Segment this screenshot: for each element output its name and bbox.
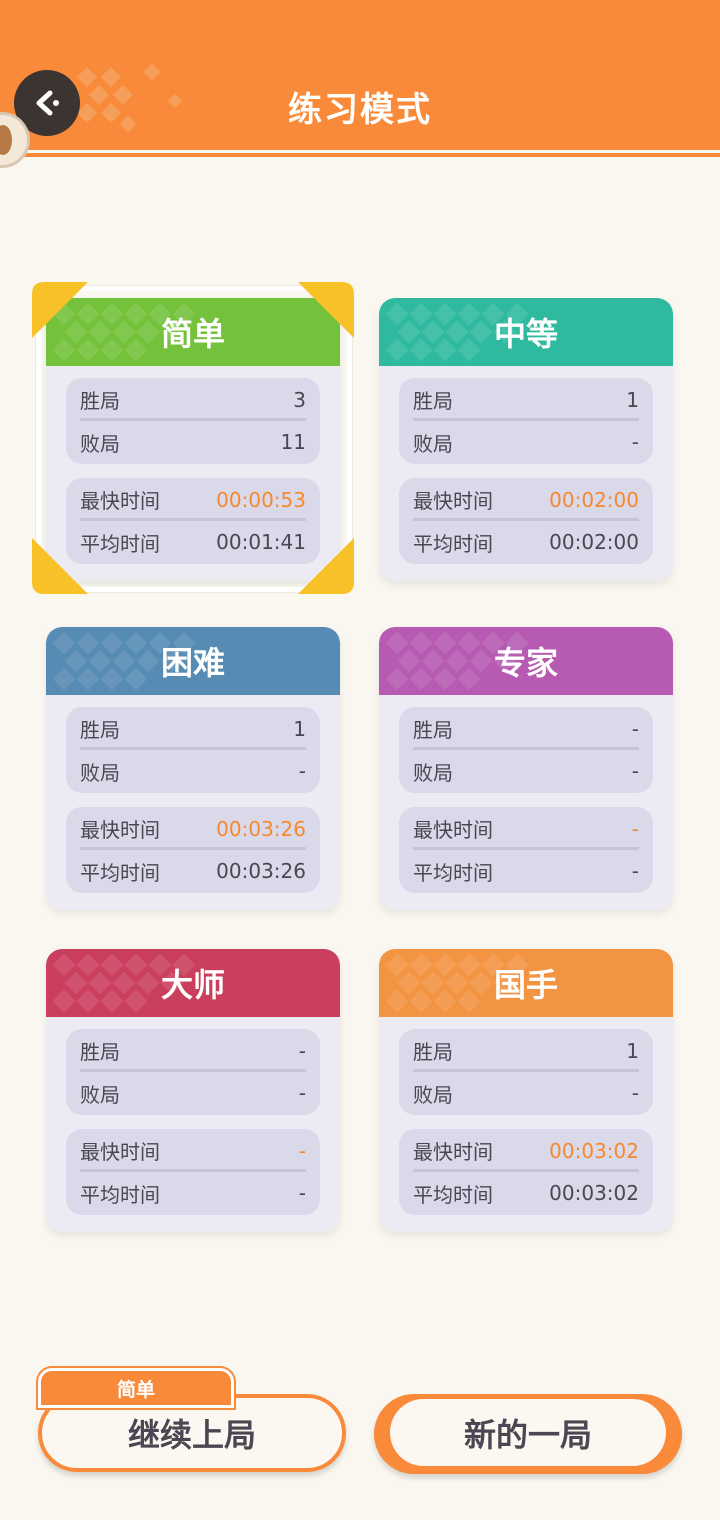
average-label: 平均时间 [80, 1182, 160, 1207]
card-header: 专家 [379, 627, 673, 695]
new-game-button[interactable]: 新的一局 [374, 1394, 682, 1474]
difficulty-card[interactable]: 中等 胜局 1 败局 - 最快时间 00:02:00 平均时间 00:02:00 [379, 298, 673, 581]
fastest-label: 最快时间 [413, 489, 493, 513]
assistant-icon [0, 125, 12, 155]
losses-row: 败局 - [413, 1073, 639, 1113]
fastest-value: 00:02:00 [549, 487, 639, 512]
fastest-label: 最快时间 [80, 818, 160, 842]
card-title: 中等 [493, 315, 558, 353]
card-title: 困难 [160, 644, 225, 682]
continue-label: 继续上局 [127, 1416, 256, 1454]
average-value: - [631, 859, 639, 883]
selected-corner-br [298, 538, 354, 594]
average-row: 平均时间 - [80, 1173, 306, 1213]
fastest-row: 最快时间 00:03:26 [80, 810, 306, 850]
selected-corner-bl [32, 538, 88, 594]
difficulty-card[interactable]: 大师 胜局 - 败局 - 最快时间 - 平均时间 - [46, 949, 340, 1232]
average-row: 平均时间 - [413, 851, 639, 891]
wins-value: - [631, 716, 639, 741]
average-label: 平均时间 [413, 531, 493, 556]
losses-label: 败局 [413, 760, 453, 785]
difficulty-card[interactable]: 国手 胜局 1 败局 - 最快时间 00:03:02 平均时间 00:03:02 [379, 949, 673, 1232]
continue-group: 继续上局 简单 [36, 1366, 348, 1476]
selected-corner-tr [298, 282, 354, 338]
average-value: 00:03:02 [549, 1181, 639, 1205]
time-box: 最快时间 - 平均时间 - [399, 807, 653, 893]
average-value: 00:03:26 [216, 859, 306, 883]
wins-value: 1 [626, 1038, 639, 1063]
wins-value: 1 [293, 716, 306, 741]
card-header: 困难 [46, 627, 340, 695]
average-row: 平均时间 00:03:26 [80, 851, 306, 891]
wins-label: 胜局 [413, 718, 453, 742]
time-box: 最快时间 00:02:00 平均时间 00:02:00 [399, 478, 653, 564]
losses-value: - [298, 1081, 306, 1105]
average-label: 平均时间 [413, 860, 493, 885]
continue-difficulty-tag: 简单 [38, 1368, 234, 1408]
fastest-value: - [631, 816, 639, 841]
fastest-value: 00:03:02 [549, 1138, 639, 1163]
losses-label: 败局 [80, 760, 120, 785]
wins-row: 胜局 1 [80, 710, 306, 750]
fastest-label: 最快时间 [80, 1140, 160, 1164]
card-header: 中等 [379, 298, 673, 366]
time-box: 最快时间 00:03:26 平均时间 00:03:26 [66, 807, 320, 893]
header-divider [0, 150, 720, 160]
wins-label: 胜局 [80, 1040, 120, 1064]
losses-row: 败局 - [413, 422, 639, 462]
card-header: 国手 [379, 949, 673, 1017]
record-box: 胜局 - 败局 - [66, 1029, 320, 1115]
difficulty-card[interactable]: 专家 胜局 - 败局 - 最快时间 - 平均时间 - [379, 627, 673, 910]
fastest-label: 最快时间 [413, 1140, 493, 1164]
record-box: 胜局 1 败局 - [399, 1029, 653, 1115]
average-row: 平均时间 00:02:00 [413, 522, 639, 562]
fastest-row: 最快时间 - [413, 810, 639, 850]
card-header: 大师 [46, 949, 340, 1017]
wins-row: 胜局 - [80, 1032, 306, 1072]
average-label: 平均时间 [80, 860, 160, 885]
wins-label: 胜局 [413, 1040, 453, 1064]
card-title: 大师 [160, 966, 225, 1004]
wins-value: - [298, 1038, 306, 1063]
losses-row: 败局 - [80, 751, 306, 791]
losses-label: 败局 [413, 1082, 453, 1107]
wins-label: 胜局 [80, 718, 120, 742]
wins-label: 胜局 [413, 389, 453, 413]
average-row: 平均时间 00:03:02 [413, 1173, 639, 1213]
fastest-row: 最快时间 00:02:00 [413, 481, 639, 521]
record-box: 胜局 - 败局 - [399, 707, 653, 793]
back-arrow-icon [36, 90, 59, 116]
fastest-value: 00:03:26 [216, 816, 306, 841]
average-label: 平均时间 [413, 1182, 493, 1207]
wins-row: 胜局 1 [413, 1032, 639, 1072]
record-box: 胜局 1 败局 - [399, 378, 653, 464]
losses-row: 败局 - [80, 1073, 306, 1113]
card-title: 国手 [493, 966, 558, 1004]
fastest-value: - [298, 1138, 306, 1163]
record-box: 胜局 1 败局 - [66, 707, 320, 793]
fastest-label: 最快时间 [413, 818, 493, 842]
losses-value: - [631, 759, 639, 783]
selected-corner-tl [32, 282, 88, 338]
card-title: 专家 [493, 644, 558, 682]
fastest-row: 最快时间 00:03:02 [413, 1132, 639, 1172]
losses-label: 败局 [80, 1082, 120, 1107]
wins-row: 胜局 - [413, 710, 639, 750]
losses-row: 败局 - [413, 751, 639, 791]
time-box: 最快时间 00:03:02 平均时间 00:03:02 [399, 1129, 653, 1215]
losses-value: - [298, 759, 306, 783]
fastest-row: 最快时间 - [80, 1132, 306, 1172]
average-value: 00:02:00 [549, 530, 639, 554]
wins-row: 胜局 1 [413, 381, 639, 421]
wins-value: 1 [626, 387, 639, 412]
difficulty-card[interactable]: 困难 胜局 1 败局 - 最快时间 00:03:26 平均时间 00:03:26 [46, 627, 340, 910]
header-bar: 练习模式 [0, 0, 720, 150]
time-box: 最快时间 - 平均时间 - [66, 1129, 320, 1215]
losses-label: 败局 [413, 431, 453, 456]
losses-value: - [631, 1081, 639, 1105]
page-title: 练习模式 [288, 90, 432, 130]
losses-value: - [631, 430, 639, 454]
new-game-label: 新的一局 [390, 1399, 666, 1466]
average-value: - [298, 1181, 306, 1205]
